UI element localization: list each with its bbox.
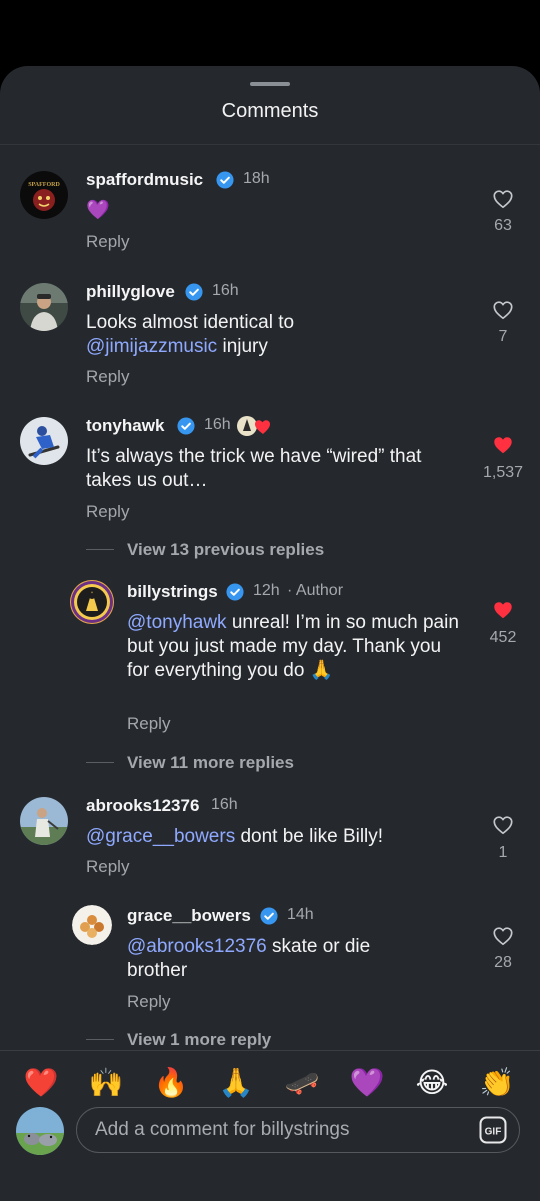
avatar[interactable] <box>20 283 68 331</box>
view-more-replies-button[interactable]: View 1 more reply <box>127 1030 271 1050</box>
reply-button[interactable]: Reply <box>127 992 170 1012</box>
mention-link[interactable]: @jimijazzmusic <box>86 336 217 357</box>
comment-time: 18h <box>243 170 270 187</box>
view-more-replies-button[interactable]: View 11 more replies <box>127 753 294 773</box>
username[interactable]: tonyhawk <box>86 416 164 436</box>
username[interactable]: grace__bowers <box>127 906 251 926</box>
reply-button[interactable]: Reply <box>86 232 129 252</box>
comment-time: 16h <box>212 282 239 299</box>
reply-button[interactable]: Reply <box>86 502 129 522</box>
like-count: 7 <box>498 328 508 345</box>
heart-outline-icon[interactable] <box>492 814 514 836</box>
quick-reaction-raised-hands[interactable]: 🙌 <box>86 1065 126 1101</box>
quick-reaction-purple-heart[interactable]: 💜 <box>347 1065 387 1101</box>
like-count: 1,537 <box>482 464 524 481</box>
quick-reaction-skateboard[interactable]: 🛹 <box>282 1065 322 1101</box>
gif-icon[interactable]: GIF <box>479 1116 507 1144</box>
heart-filled-icon[interactable] <box>492 434 514 456</box>
drag-handle[interactable] <box>250 82 290 86</box>
heart-outline-icon[interactable] <box>492 925 514 947</box>
username[interactable]: billystrings <box>127 582 218 602</box>
thread-line <box>86 762 114 763</box>
comment-text: It’s always the trick we have “wired” th… <box>86 446 422 491</box>
avatar[interactable] <box>70 580 114 624</box>
heart-outline-icon[interactable] <box>492 299 514 321</box>
username[interactable]: spaffordmusic <box>86 170 203 190</box>
like-count: 1 <box>498 844 508 861</box>
quick-reaction-clap[interactable]: 👏 <box>477 1065 517 1101</box>
username[interactable]: phillyglove <box>86 282 175 302</box>
view-previous-replies-button[interactable]: View 13 previous replies <box>127 540 324 560</box>
comment-time: 14h <box>287 906 314 923</box>
comment-time: 16h <box>211 796 238 813</box>
comment-input-placeholder: Add a comment for billystrings <box>95 1119 350 1140</box>
current-user-avatar[interactable] <box>16 1107 64 1155</box>
mention-link[interactable]: @tonyhawk <box>127 612 227 633</box>
comment-text: 💜 <box>86 200 110 221</box>
quick-reaction-pray[interactable]: 🙏 <box>216 1065 256 1101</box>
avatar[interactable]: SPAFFORD <box>20 171 68 219</box>
verified-badge-icon <box>185 283 203 301</box>
header-divider <box>0 144 540 145</box>
comment-text: @abrooks12376 skate or die brother <box>127 935 427 983</box>
reply-button[interactable]: Reply <box>127 714 170 734</box>
reply-button[interactable]: Reply <box>86 367 129 387</box>
like-count: 28 <box>494 954 512 971</box>
svg-text:GIF: GIF <box>485 1127 502 1138</box>
sheet-title: Comments <box>221 100 319 122</box>
avatar[interactable] <box>20 797 68 845</box>
author-tag: · Author <box>287 582 344 599</box>
comment-text-part: dont be like Billy! <box>240 826 384 847</box>
comment-text-part: injury <box>222 336 268 357</box>
comment-time: 12h <box>253 582 280 599</box>
comment-text: @tonyhawk unreal! I’m in so much pain bu… <box>127 611 462 683</box>
author-liked-icon <box>237 416 270 436</box>
quick-reaction-laughing[interactable]: 😂 <box>412 1065 452 1101</box>
comment-time: 16h <box>204 416 231 433</box>
comment-text: @grace__bowers dont be like Billy! <box>86 825 466 849</box>
verified-badge-icon <box>216 171 234 189</box>
heart-filled-icon[interactable] <box>492 599 514 621</box>
svg-text:SPAFFORD: SPAFFORD <box>28 182 60 188</box>
heart-outline-icon[interactable] <box>492 188 514 210</box>
author-liked-badge <box>236 414 274 438</box>
like-count: 452 <box>489 629 517 646</box>
thread-line <box>86 549 114 550</box>
comment-text: Looks almost identical to @jimijazzmusic… <box>86 311 456 359</box>
reply-button[interactable]: Reply <box>86 857 129 877</box>
thread-line <box>86 1039 114 1040</box>
like-count: 63 <box>494 217 512 234</box>
avatar[interactable] <box>20 417 68 465</box>
verified-badge-icon <box>260 907 278 925</box>
verified-badge-icon <box>226 583 244 601</box>
mention-link[interactable]: @abrooks12376 <box>127 936 267 957</box>
mention-link[interactable]: @grace__bowers <box>86 826 235 847</box>
username[interactable]: abrooks12376 <box>86 796 199 816</box>
avatar[interactable] <box>72 905 112 945</box>
verified-badge-icon <box>177 417 195 435</box>
comment-text-part: Looks almost identical to <box>86 312 295 333</box>
quick-reaction-fire[interactable]: 🔥 <box>151 1065 191 1101</box>
comment-input[interactable]: Add a comment for billystrings GIF <box>76 1107 520 1153</box>
quick-reaction-heart[interactable]: ❤️ <box>21 1065 61 1101</box>
comment-composer-bar: ❤️ 🙌 🔥 🙏 🛹 💜 😂 👏 Add a comment for billy… <box>0 1050 540 1201</box>
